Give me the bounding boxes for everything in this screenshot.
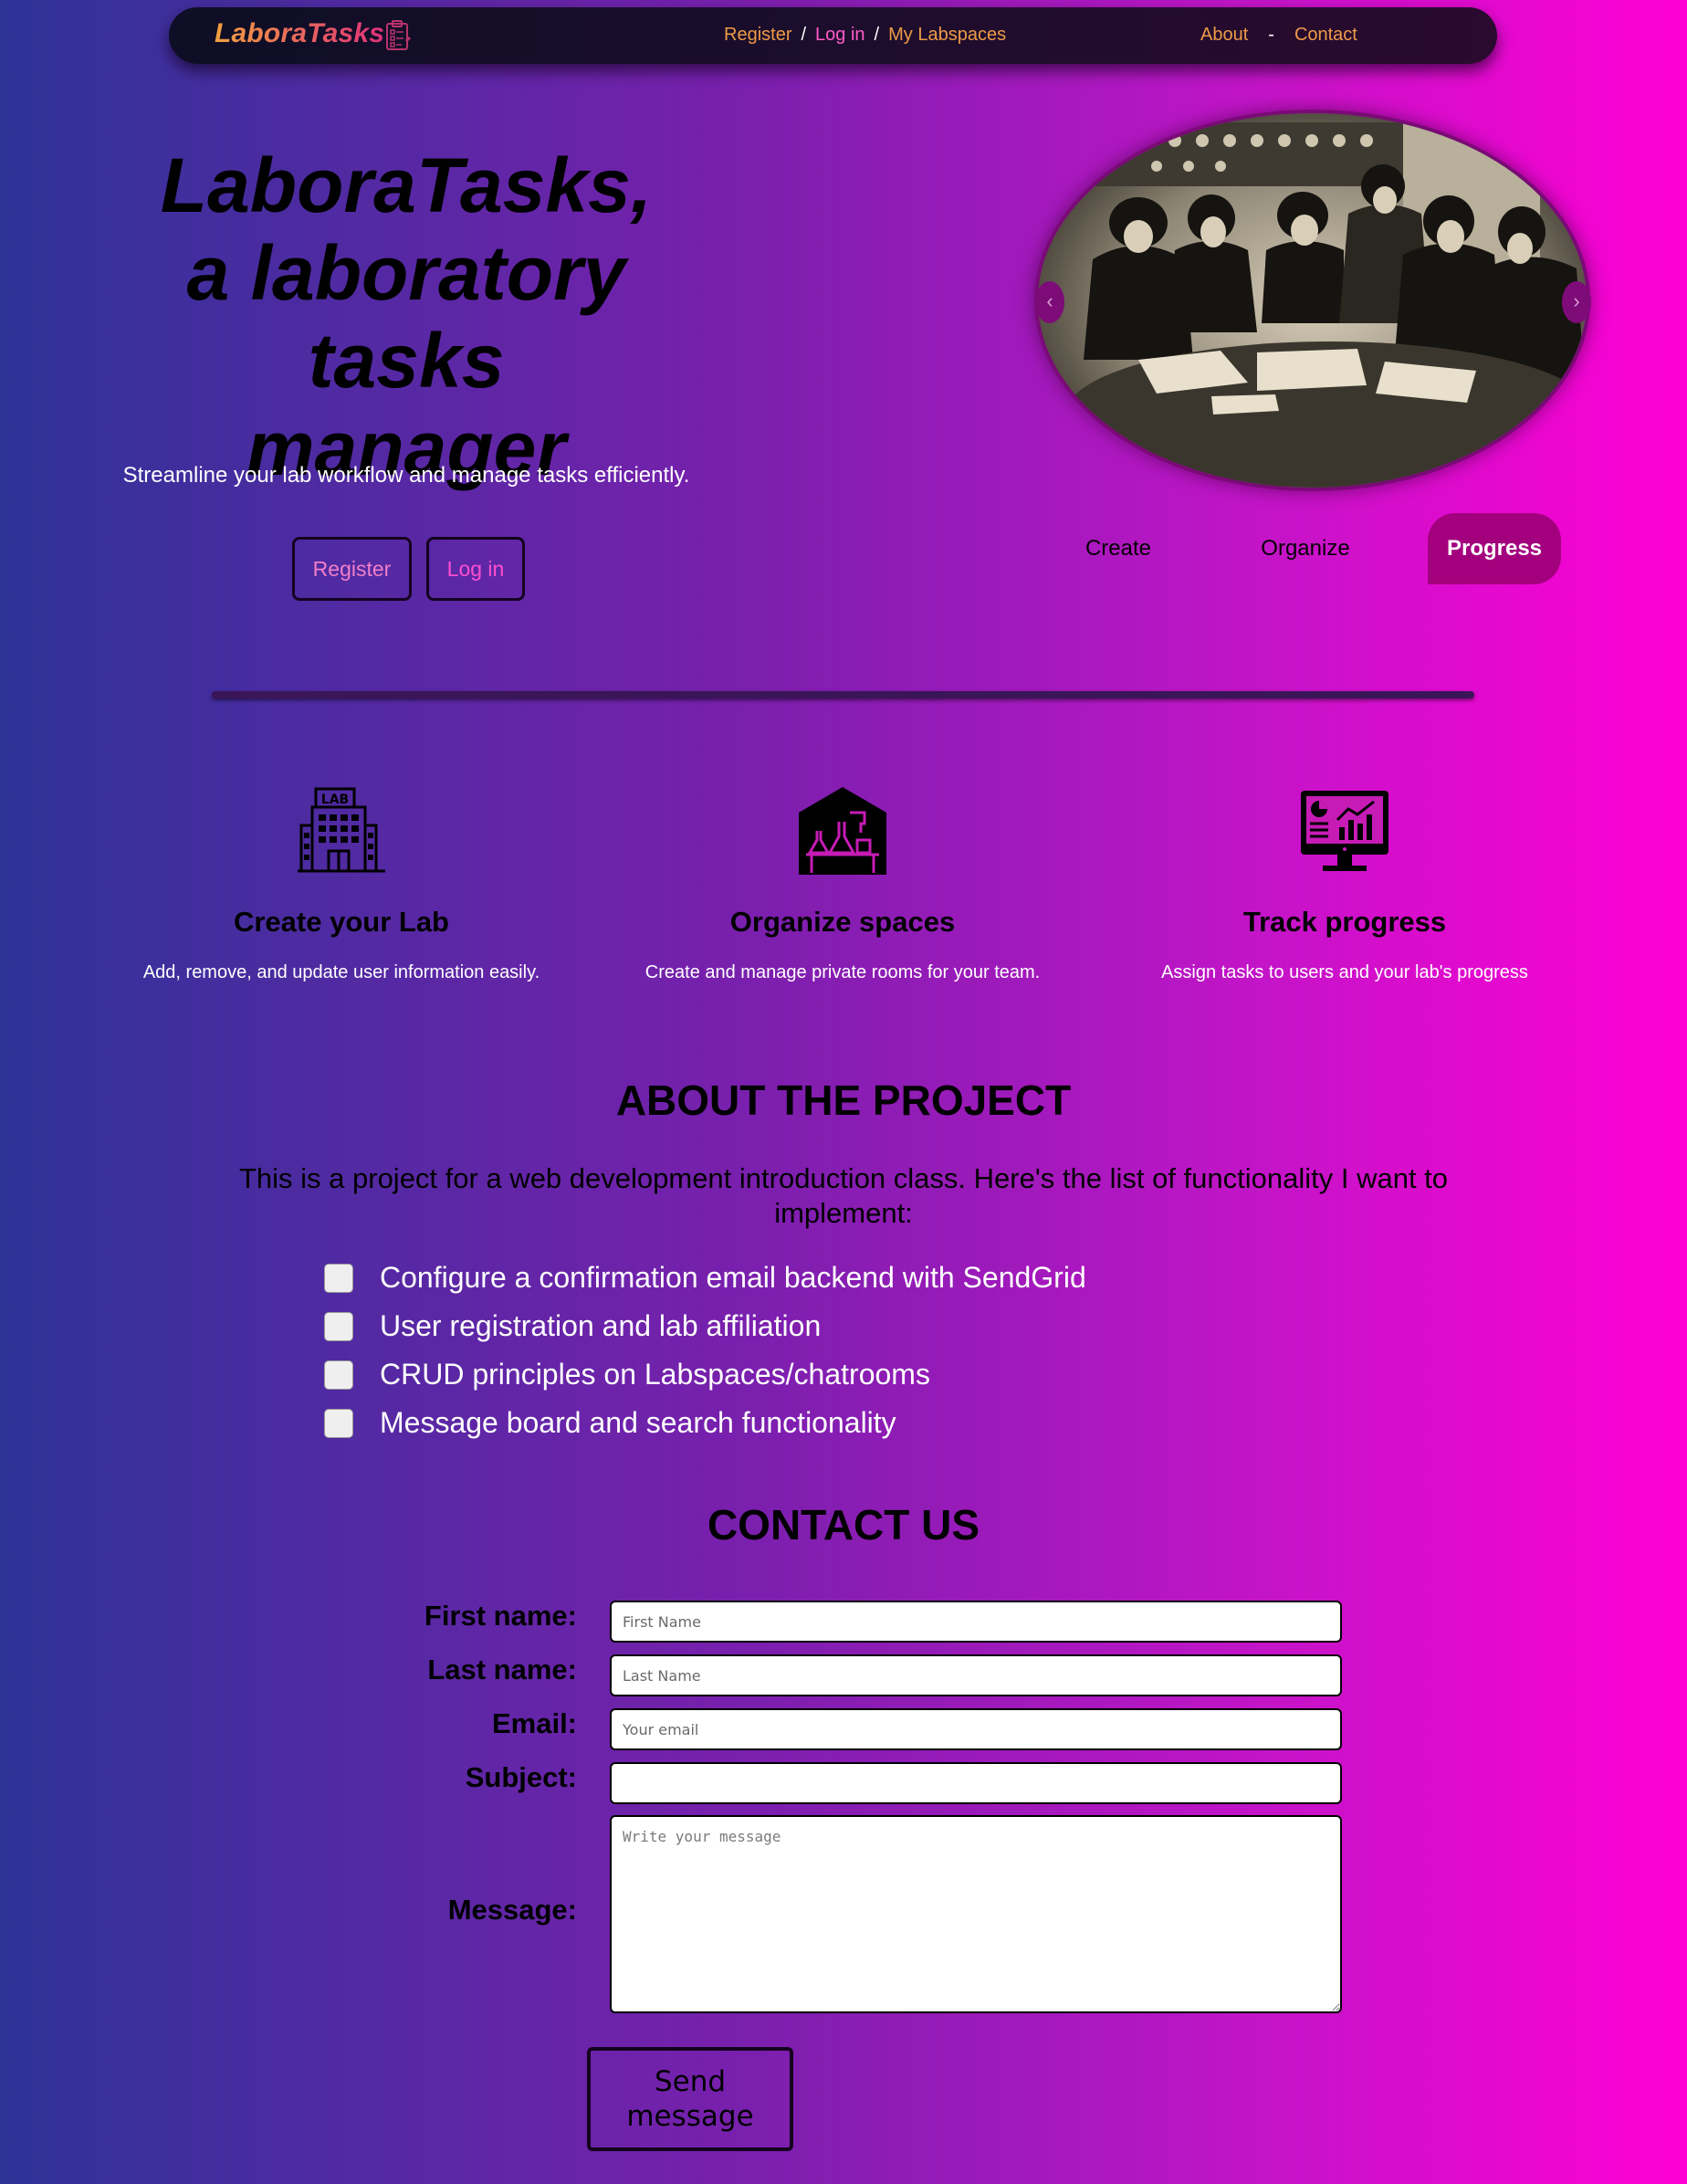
tab-organize[interactable]: Organize xyxy=(1214,513,1397,584)
checkbox[interactable] xyxy=(324,1360,353,1390)
checkbox[interactable] xyxy=(324,1312,353,1341)
tab-create[interactable]: Create xyxy=(1041,513,1196,584)
nav-separator: / xyxy=(801,25,807,45)
svg-text:LAB: LAB xyxy=(321,793,349,807)
list-item: User registration and lab affiliation xyxy=(324,1308,1420,1357)
last-name-label: Last name: xyxy=(427,1654,577,1685)
nav-register-link[interactable]: Register xyxy=(724,25,791,45)
contact-title: CONTACT US xyxy=(707,1501,980,1549)
send-message-button[interactable]: Send message xyxy=(587,2047,793,2151)
nav-labspaces-link[interactable]: My Labspaces xyxy=(888,25,1006,45)
checkbox[interactable] xyxy=(324,1409,353,1438)
brand-logo-text[interactable]: LaboraTasks xyxy=(215,18,384,49)
checkbox-label: CRUD principles on Labspaces/chatrooms xyxy=(380,1358,930,1391)
checkbox-label: User registration and lab affiliation xyxy=(380,1309,822,1342)
nav-login-link[interactable]: Log in xyxy=(815,25,865,45)
feature-title: Organize spaces xyxy=(729,906,956,938)
about-title: ABOUT THE PROJECT xyxy=(615,1076,1072,1124)
feature-card: Track progress Assign tasks to users and… xyxy=(1107,785,1582,983)
nav-separator: - xyxy=(1268,25,1274,45)
last-name-field[interactable] xyxy=(610,1654,1342,1696)
nav-separator: / xyxy=(874,25,880,45)
feature-card: Organize spaces Create and manage privat… xyxy=(605,785,1080,983)
hero-title: LaboraTasks, a laboratory tasks manager xyxy=(160,142,653,491)
carousel-prev-button[interactable]: ‹ xyxy=(1035,281,1064,323)
feature-text: Assign tasks to users and your lab's pro… xyxy=(1161,962,1528,982)
nav-about-link[interactable]: About xyxy=(1200,25,1248,45)
navbar: LaboraTasks Register / Log in / My Labspaces… xyxy=(169,7,1497,64)
carousel-next-button[interactable]: › xyxy=(1562,281,1591,323)
subject-label: Subject: xyxy=(465,1761,577,1793)
feature-text: Create and manage private rooms for your… xyxy=(644,962,1041,982)
feature-text: Add, remove, and update user information… xyxy=(142,962,540,982)
clipboard-checklist-icon xyxy=(386,20,411,50)
nav-contact-link[interactable]: Contact xyxy=(1294,25,1357,45)
feature-title: Track progress xyxy=(1242,906,1447,938)
feature-title: Create your Lab xyxy=(233,906,449,938)
list-item: CRUD principles on Labspaces/chatrooms xyxy=(324,1357,1420,1405)
lab-women-photo xyxy=(1038,113,1587,488)
hero-subtitle: Streamline your lab workflow and manage … xyxy=(122,463,690,488)
list-item: Message board and search functionality xyxy=(324,1405,1420,1454)
functionality-checklist: Configure a confirmation email backend w… xyxy=(324,1260,1420,1454)
monitor-chart-icon xyxy=(1301,791,1388,871)
tab-progress[interactable]: Progress xyxy=(1428,513,1561,584)
nav-center-links: Register / Log in / My Labspaces xyxy=(724,25,1006,46)
checkbox-label: Configure a confirmation email backend w… xyxy=(380,1261,1086,1294)
message-label: Message: xyxy=(447,1894,577,1926)
nav-right-links: About - Contact xyxy=(1200,25,1357,46)
feature-card: LAB Create your Lab Add, remove, and upd… xyxy=(104,785,579,983)
carousel-image xyxy=(1034,110,1590,491)
subject-field[interactable] xyxy=(610,1762,1342,1804)
hero-register-button[interactable]: Register xyxy=(292,537,412,601)
email-label: Email: xyxy=(491,1707,577,1739)
checkbox[interactable] xyxy=(324,1264,353,1293)
lab-room-flasks-icon xyxy=(799,787,886,875)
message-field[interactable] xyxy=(610,1815,1342,2013)
carousel-tabs: Create Organize Progress xyxy=(1041,513,1561,584)
lab-building-icon: LAB xyxy=(298,787,385,873)
section-divider xyxy=(212,691,1474,698)
about-text: This is a project for a web development … xyxy=(238,1162,1449,1229)
checkbox-label: Message board and search functionality xyxy=(380,1406,896,1439)
email-field[interactable] xyxy=(610,1708,1342,1750)
first-name-field[interactable] xyxy=(610,1601,1342,1643)
first-name-label: First name: xyxy=(424,1600,577,1632)
hero-login-button[interactable]: Log in xyxy=(426,537,525,601)
list-item: Configure a confirmation email backend w… xyxy=(324,1260,1420,1308)
